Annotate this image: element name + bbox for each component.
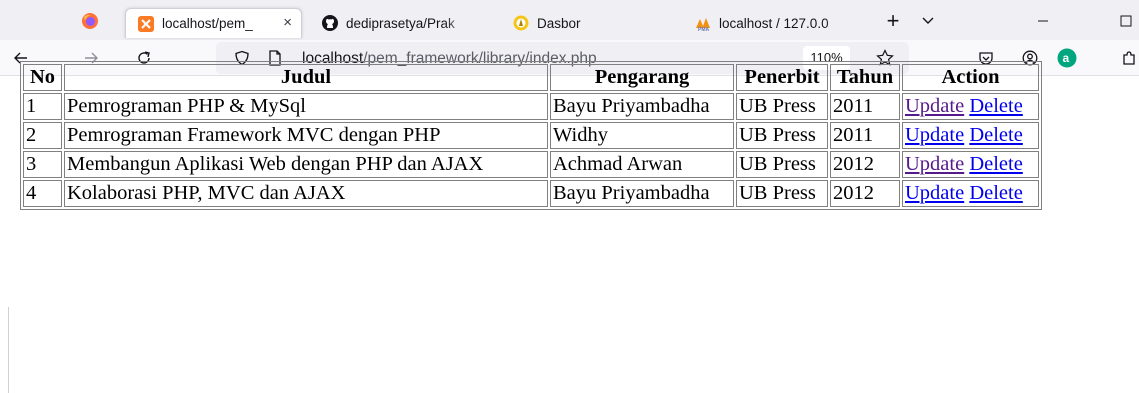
cell-no: 4 bbox=[23, 180, 62, 207]
cell-no: 1 bbox=[23, 93, 62, 120]
cell-tahun: 2012 bbox=[830, 180, 900, 207]
tab-label: localhost / 127.0.0 bbox=[719, 15, 829, 31]
cell-action: Update Delete bbox=[902, 151, 1039, 178]
delete-link[interactable]: Delete bbox=[969, 182, 1023, 204]
phpmyadmin-icon: PMA bbox=[696, 18, 710, 31]
extension-button[interactable]: a bbox=[1054, 45, 1080, 71]
table-row: 2 Pemrograman Framework MVC dengan PHP Wid… bbox=[23, 122, 1039, 149]
table-row: 3 Membangun Aplikasi Web dengan PHP dan A… bbox=[23, 151, 1039, 178]
tab-phpmyadmin[interactable]: PMA localhost / 127.0.0 bbox=[695, 8, 865, 38]
extension-icon: a bbox=[1057, 48, 1077, 68]
column-header-pengarang: Pengarang bbox=[550, 64, 734, 91]
cell-tahun: 2011 bbox=[830, 122, 900, 149]
tab-close-button[interactable]: × bbox=[283, 14, 292, 31]
svg-text:PMA: PMA bbox=[698, 27, 710, 31]
tab-dasbor[interactable]: Dasbor bbox=[513, 8, 633, 38]
extensions-menu-button[interactable] bbox=[1116, 45, 1139, 71]
maximize-button[interactable] bbox=[1113, 8, 1139, 34]
cell-penerbit: UB Press bbox=[736, 122, 828, 149]
cell-action: Update Delete bbox=[902, 122, 1039, 149]
cell-tahun: 2012 bbox=[830, 151, 900, 178]
viewport-edge bbox=[8, 307, 9, 393]
delete-link[interactable]: Delete bbox=[969, 153, 1023, 175]
tab-label: Dasbor bbox=[537, 15, 581, 31]
chevron-down-icon bbox=[922, 17, 934, 24]
tab-localhost-pem[interactable]: localhost/pem_ × bbox=[125, 8, 302, 38]
column-header-penerbit: Penerbit bbox=[736, 64, 828, 91]
books-table: No Judul Pengarang Penerbit Tahun Action… bbox=[20, 61, 1042, 210]
dashboard-icon bbox=[513, 15, 529, 31]
github-icon bbox=[322, 15, 338, 31]
cell-action: Update Delete bbox=[902, 93, 1039, 120]
cell-judul: Pemrograman Framework MVC dengan PHP bbox=[64, 122, 548, 149]
cell-penerbit: UB Press bbox=[736, 151, 828, 178]
tab-label: dediprasetya/Prak bbox=[346, 15, 455, 31]
cell-no: 3 bbox=[23, 151, 62, 178]
table-row: 4 Kolaborasi PHP, MVC dan AJAX Bayu Priyam… bbox=[23, 180, 1039, 207]
cell-penerbit: UB Press bbox=[736, 93, 828, 120]
tab-label: localhost/pem_ bbox=[162, 16, 253, 31]
column-header-no: No bbox=[23, 64, 62, 91]
minimize-button[interactable] bbox=[1030, 8, 1056, 34]
cell-pengarang: Achmad Arwan bbox=[550, 151, 734, 178]
delete-link[interactable]: Delete bbox=[969, 95, 1023, 117]
update-link[interactable]: Update bbox=[905, 95, 964, 117]
cell-judul: Membangun Aplikasi Web dengan PHP dan AJ… bbox=[64, 151, 548, 178]
firefox-icon bbox=[82, 13, 98, 29]
firefox-view-button[interactable] bbox=[78, 8, 102, 34]
column-header-judul: Judul bbox=[64, 64, 548, 91]
puzzle-icon bbox=[1123, 51, 1135, 65]
column-header-action: Action bbox=[902, 64, 1039, 91]
svg-text:a: a bbox=[1063, 51, 1070, 65]
cell-pengarang: Bayu Priyambadha bbox=[550, 180, 734, 207]
list-all-tabs-button[interactable] bbox=[915, 8, 941, 34]
cell-tahun: 2011 bbox=[830, 93, 900, 120]
cell-judul: Pemrograman PHP & MySql bbox=[64, 93, 548, 120]
update-link[interactable]: Update bbox=[905, 182, 964, 204]
table-header-row: No Judul Pengarang Penerbit Tahun Action bbox=[23, 64, 1039, 91]
update-link[interactable]: Update bbox=[905, 153, 964, 175]
cell-penerbit: UB Press bbox=[736, 180, 828, 207]
minimize-icon bbox=[1038, 20, 1048, 22]
cell-judul: Kolaborasi PHP, MVC dan AJAX bbox=[64, 180, 548, 207]
table-row: 1 Pemrograman PHP & MySql Bayu Priyambadha… bbox=[23, 93, 1039, 120]
new-tab-button[interactable]: + bbox=[880, 8, 906, 34]
cell-no: 2 bbox=[23, 122, 62, 149]
delete-link[interactable]: Delete bbox=[969, 124, 1023, 146]
tab-strip: localhost/pem_ × dediprasetya/Prak Dasbo… bbox=[0, 0, 1139, 40]
tab-github[interactable]: dediprasetya/Prak bbox=[322, 8, 482, 38]
update-link[interactable]: Update bbox=[905, 124, 964, 146]
cell-pengarang: Bayu Priyambadha bbox=[550, 93, 734, 120]
column-header-tahun: Tahun bbox=[830, 64, 900, 91]
xampp-icon bbox=[138, 15, 154, 32]
cell-action: Update Delete bbox=[902, 180, 1039, 207]
maximize-icon bbox=[1120, 15, 1132, 27]
cell-pengarang: Widhy bbox=[550, 122, 734, 149]
